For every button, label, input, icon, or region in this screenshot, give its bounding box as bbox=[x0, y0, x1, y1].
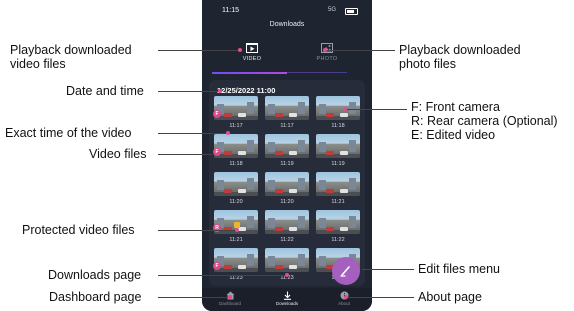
nav-downloads-label: Downloads bbox=[275, 301, 299, 306]
video-time: 11:21 bbox=[331, 199, 345, 205]
callout-dot bbox=[226, 131, 230, 135]
video-thumbnail[interactable] bbox=[316, 96, 360, 120]
callout-dot bbox=[228, 295, 232, 299]
callout-line bbox=[362, 269, 414, 270]
callout-line bbox=[158, 154, 212, 155]
callout-line bbox=[158, 275, 286, 276]
callout-line bbox=[158, 230, 236, 231]
callout-exact-time: Exact time of the video bbox=[5, 126, 131, 140]
video-thumbnail[interactable] bbox=[265, 210, 309, 234]
video-thumbnail[interactable] bbox=[214, 134, 258, 158]
video-time: 11:20 bbox=[229, 199, 243, 205]
callout-dot bbox=[238, 48, 242, 52]
video-time: 11:20 bbox=[280, 199, 294, 205]
video-thumbnail[interactable] bbox=[214, 172, 258, 196]
edit-menu-button[interactable] bbox=[332, 257, 360, 285]
video-time: 11:19 bbox=[280, 161, 294, 167]
callout-dot bbox=[218, 89, 222, 93]
camera-badge: F bbox=[213, 110, 221, 118]
tab-divider bbox=[287, 72, 347, 73]
tab-photo-label: PHOTO bbox=[316, 56, 338, 62]
video-thumbnail[interactable] bbox=[316, 134, 360, 158]
tab-video-label: VIDEO bbox=[242, 56, 262, 62]
video-time: 11:18 bbox=[331, 123, 345, 129]
bottom-nav: Dashboard Downloads About bbox=[202, 288, 372, 311]
callout-edit-menu-text: Edit files menu bbox=[418, 262, 500, 276]
video-time: 11:21 bbox=[229, 237, 243, 243]
signal-label: 5G bbox=[327, 7, 336, 13]
callout-dashboard-page-text: Dashboard page bbox=[49, 290, 142, 304]
callout-about-page-text: About page bbox=[418, 290, 482, 304]
callout-dashboard-page: Dashboard page bbox=[49, 290, 141, 304]
video-thumbnail[interactable] bbox=[265, 96, 309, 120]
callout-camera-legend-text: F: Front camera R: Rear camera (Optional… bbox=[411, 100, 558, 142]
video-time: 11:18 bbox=[229, 161, 243, 167]
tab-video[interactable]: VIDEO bbox=[212, 40, 292, 70]
callout-dot bbox=[343, 107, 347, 111]
video-thumbnail[interactable] bbox=[316, 172, 360, 196]
video-thumbnail[interactable] bbox=[265, 134, 309, 158]
video-file-icon bbox=[246, 43, 258, 53]
video-thumbnail[interactable] bbox=[316, 210, 360, 234]
callout-line bbox=[158, 133, 227, 134]
callout-dot bbox=[323, 48, 327, 52]
battery-icon bbox=[345, 8, 358, 15]
callout-playback-photo: Playback downloaded photo files bbox=[399, 43, 521, 71]
callout-dot bbox=[344, 295, 348, 299]
video-thumbnail[interactable] bbox=[265, 172, 309, 196]
video-thumbnail[interactable] bbox=[214, 248, 258, 272]
callout-line bbox=[325, 50, 395, 51]
callout-playback-video-text: Playback downloaded video files bbox=[10, 43, 132, 71]
callout-edit-menu: Edit files menu bbox=[418, 262, 500, 276]
video-list-panel: 12/25/2022 11:00 F 11:17 11:17 11:18 F 11:18 1… bbox=[209, 80, 365, 286]
callout-protected: Protected video files bbox=[22, 223, 135, 237]
callout-about-page: About page bbox=[418, 290, 482, 304]
nav-about-label: About bbox=[338, 301, 350, 306]
callout-downloads-page: Downloads page bbox=[48, 268, 141, 282]
callout-dot bbox=[235, 228, 239, 232]
video-time: 11:17 bbox=[229, 123, 243, 129]
date-time-header: 12/25/2022 11:00 bbox=[217, 86, 276, 95]
video-time: 11:22 bbox=[280, 237, 294, 243]
callout-line bbox=[158, 50, 240, 51]
callout-video-files: Video files bbox=[89, 147, 146, 161]
tab-active-indicator bbox=[212, 72, 287, 74]
callout-video-files-text: Video files bbox=[89, 147, 147, 161]
video-thumbnail[interactable] bbox=[214, 96, 258, 120]
video-time: 11:22 bbox=[331, 237, 345, 243]
callout-date-time-text: Date and time bbox=[66, 84, 144, 98]
camera-badge: F bbox=[213, 262, 221, 270]
callout-exact-time-text: Exact time of the video bbox=[5, 126, 132, 140]
callout-line bbox=[346, 297, 414, 298]
callout-dot bbox=[285, 273, 289, 277]
callout-date-time: Date and time bbox=[66, 84, 144, 98]
callout-playback-photo-text: Playback downloaded photo files bbox=[399, 43, 521, 71]
video-thumbnail[interactable] bbox=[265, 248, 309, 272]
video-time: 11:17 bbox=[280, 123, 294, 129]
video-time: 11:19 bbox=[331, 161, 345, 167]
callout-camera-legend: F: Front camera R: Rear camera (Optional… bbox=[411, 100, 558, 142]
pencil-icon bbox=[340, 266, 350, 277]
screen-title: Downloads bbox=[269, 21, 305, 28]
phone-screen: 11:15 5G Downloads VIDEO PHOTO 12/25/202… bbox=[202, 0, 372, 311]
nav-dashboard-label: Dashboard bbox=[218, 301, 241, 306]
status-time: 11:15 bbox=[222, 7, 239, 14]
tab-photo[interactable]: PHOTO bbox=[287, 40, 367, 70]
download-icon bbox=[283, 291, 291, 300]
status-bar: 11:15 5G bbox=[202, 6, 372, 18]
nav-downloads[interactable]: Downloads bbox=[259, 291, 315, 306]
callout-protected-text: Protected video files bbox=[22, 223, 135, 237]
media-tabs: VIDEO PHOTO bbox=[202, 40, 372, 74]
callout-line bbox=[345, 109, 407, 110]
camera-badge: F bbox=[213, 148, 221, 156]
callout-line bbox=[158, 297, 230, 298]
callout-playback-video: Playback downloaded video files bbox=[10, 43, 132, 71]
callout-line bbox=[158, 91, 220, 92]
callout-downloads-page-text: Downloads page bbox=[48, 268, 142, 282]
